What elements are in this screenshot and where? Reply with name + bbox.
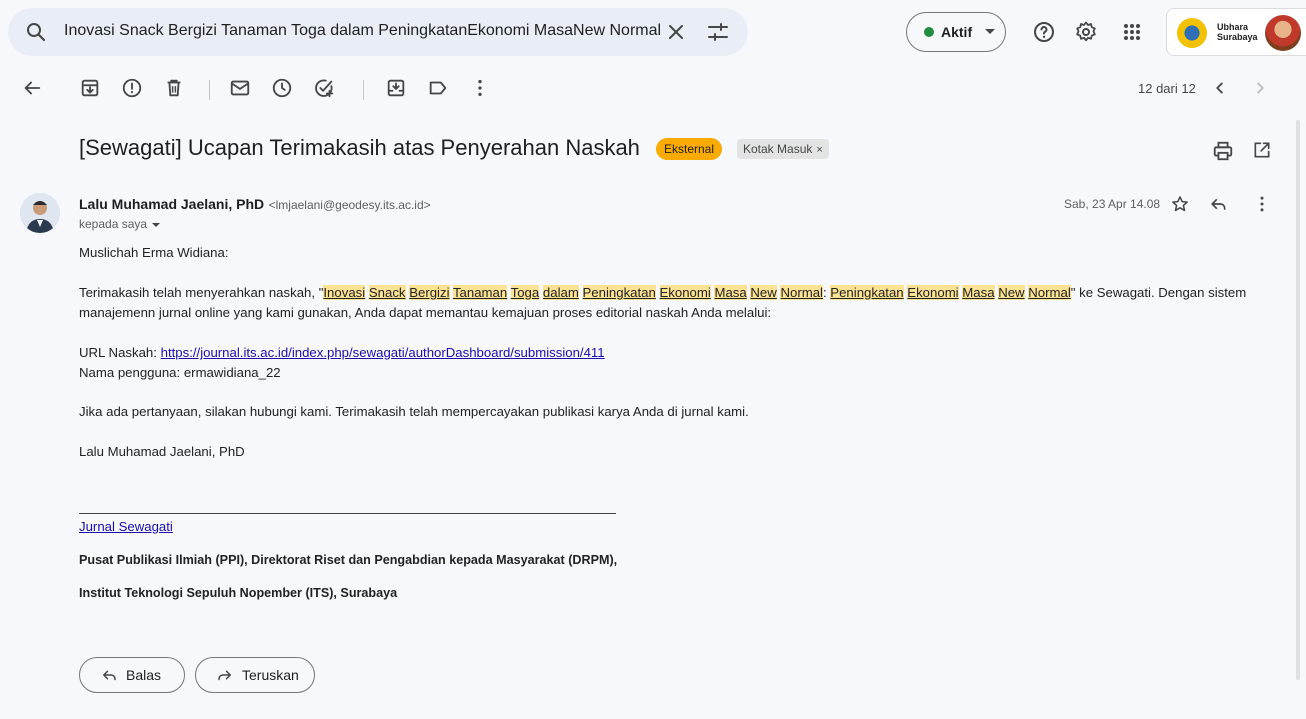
search-icon[interactable] <box>24 20 48 44</box>
search-options-icon[interactable] <box>706 20 730 44</box>
username-line: Nama pengguna: ermawidiana_22 <box>79 365 281 380</box>
signature-divider <box>79 513 616 514</box>
recipient-label: kepada saya <box>79 217 148 231</box>
avatar[interactable] <box>1265 15 1301 51</box>
status-label: Aktif <box>941 24 973 40</box>
more-vertical-icon[interactable] <box>469 77 491 99</box>
add-task-icon[interactable] <box>313 77 335 99</box>
journal-link: Jurnal Sewagati <box>79 517 173 537</box>
report-spam-icon[interactable] <box>121 77 143 99</box>
print-icon[interactable] <box>1212 140 1234 162</box>
pagination-count: 12 dari 12 <box>1138 81 1196 96</box>
more-vertical-icon[interactable] <box>1252 194 1272 214</box>
highlighted-search-term: Ekonomi <box>659 285 711 300</box>
search-bar[interactable]: Inovasi Snack Bergizi Tanaman Toga dalam… <box>8 8 748 56</box>
search-input[interactable]: Inovasi Snack Bergizi Tanaman Toga dalam… <box>64 22 660 40</box>
toolbar-divider <box>209 80 210 100</box>
highlighted-search-term: New <box>998 285 1025 300</box>
journal-sewagati-link[interactable]: Jurnal Sewagati <box>79 519 173 534</box>
message-toolbar: 12 dari 12 <box>0 64 1306 116</box>
organization-name: Ubhara Surabaya <box>1217 22 1258 42</box>
body-paragraph-1-line-2: manajemenn jurnal online yang kami gunak… <box>79 305 772 320</box>
external-badge: Eksternal <box>656 138 723 160</box>
organization-line-2: Institut Teknologi Sepuluh Nopember (ITS… <box>79 586 398 600</box>
email-subject: [Sewagati] Ucapan Terimakasih atas Penye… <box>79 135 640 160</box>
highlighted-search-term: New <box>750 285 777 300</box>
reply-icon <box>103 670 116 681</box>
greeting: Muslichah Erma Widiana: <box>79 245 229 260</box>
recipient-details-toggle[interactable]: kepada saya <box>79 217 161 231</box>
back-arrow-icon[interactable] <box>21 77 43 99</box>
remove-label-icon[interactable]: × <box>816 144 822 156</box>
sender-avatar[interactable] <box>20 193 60 233</box>
scrollbar[interactable] <box>1296 120 1300 680</box>
organization-line-1: Pusat Publikasi Ilmiah (PPI), Direktorat… <box>79 553 618 567</box>
reply-button[interactable]: Balas <box>79 657 185 693</box>
signature-name: Lalu Muhamad Jaelani, PhD <box>79 444 245 459</box>
star-icon[interactable] <box>1170 194 1190 214</box>
forward-button-label: Teruskan <box>242 667 299 683</box>
manuscript-title: Inovasi Snack Bergizi Tanaman Toga dalam… <box>323 285 1071 300</box>
submission-link[interactable]: https://journal.its.ac.id/index.php/sewa… <box>161 345 605 360</box>
close-icon[interactable] <box>664 20 688 44</box>
highlighted-search-term: Inovasi <box>323 285 366 300</box>
mark-unread-icon[interactable] <box>229 77 251 99</box>
snooze-clock-icon[interactable] <box>271 77 293 99</box>
archive-icon[interactable] <box>79 77 101 99</box>
label-icon[interactable] <box>427 77 449 99</box>
help-icon[interactable] <box>1032 20 1056 44</box>
gear-icon[interactable] <box>1074 20 1098 44</box>
highlighted-search-term: Tanaman <box>452 285 508 300</box>
url-line: URL Naskah: https://journal.its.ac.id/in… <box>79 345 605 360</box>
delete-icon[interactable] <box>163 77 185 99</box>
body-paragraph-3: Jika ada pertanyaan, silakan hubungi kam… <box>79 404 749 419</box>
highlighted-search-term: Snack <box>368 285 406 300</box>
highlighted-search-term: Toga <box>510 285 540 300</box>
forward-button[interactable]: Teruskan <box>195 657 315 693</box>
toolbar-divider <box>363 80 364 100</box>
apps-grid-icon[interactable] <box>1120 20 1144 44</box>
body-paragraph-1: Terimakasih telah menyerahkan naskah, "I… <box>79 285 1247 300</box>
message-date: Sab, 23 Apr 14.08 <box>1064 197 1161 211</box>
highlighted-search-term: Masa <box>962 285 995 300</box>
sender-name[interactable]: Lalu Muhamad Jaelani, PhD <box>79 196 264 212</box>
chevron-right-icon[interactable] <box>1249 77 1271 99</box>
highlighted-search-term: Normal <box>1028 285 1071 300</box>
reply-button-label: Balas <box>126 667 162 683</box>
sender-line: Lalu Muhamad Jaelani, PhD <lmjaelani@geo… <box>79 196 431 214</box>
move-to-icon[interactable] <box>385 77 407 99</box>
status-dot-icon <box>924 27 934 37</box>
highlighted-search-term: Normal <box>780 285 823 300</box>
sender-photo <box>20 193 60 233</box>
status-selector[interactable]: Aktif <box>906 12 1006 52</box>
account-switcher[interactable]: Ubhara Surabaya <box>1166 8 1306 56</box>
chevron-down-icon <box>985 29 995 34</box>
highlighted-search-term: Bergizi <box>409 285 450 300</box>
highlighted-search-term: Masa <box>714 285 747 300</box>
highlighted-search-term: Peningkatan <box>830 285 904 300</box>
chevron-left-icon[interactable] <box>1209 77 1231 99</box>
chevron-down-icon <box>152 222 161 227</box>
highlighted-search-term: dalam <box>542 285 579 300</box>
top-bar: Inovasi Snack Bergizi Tanaman Toga dalam… <box>0 0 1306 64</box>
highlighted-search-term: Peningkatan <box>582 285 656 300</box>
highlighted-search-term: Ekonomi <box>907 285 959 300</box>
inbox-label-chip: Kotak Masuk × <box>737 139 829 159</box>
sender-email: <lmjaelani@geodesy.its.ac.id> <box>268 198 431 212</box>
reply-icon[interactable] <box>1208 194 1228 214</box>
open-new-window-icon[interactable] <box>1252 140 1272 160</box>
organization-logo <box>1177 18 1207 48</box>
forward-icon <box>218 670 231 681</box>
